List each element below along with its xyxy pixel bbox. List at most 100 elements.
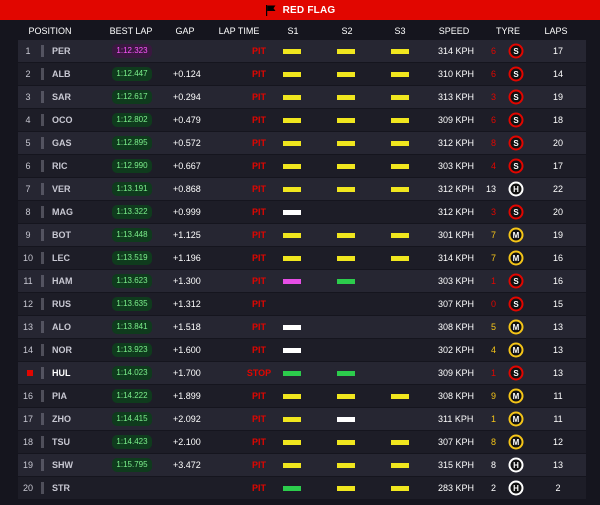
best-lap-time: 1:13.923 [112,343,152,357]
table-row[interactable]: 10 LEC 1:13.519 +1.196 PIT 314 KPH 7 M 16 [18,247,586,269]
speed-value: 309 KPH [438,368,475,378]
position-number: 16 [22,391,33,401]
driver-code: TSU [52,437,70,447]
tyre-age: 1 [490,368,496,378]
sector-s2-indicator [337,118,355,123]
speed-value: 311 KPH [438,414,474,424]
tyre-compound-icon: M [508,434,524,450]
tyre-compound-icon: S [508,112,524,128]
speed-value: 309 KPH [438,115,475,125]
table-row[interactable]: 7 VER 1:13.191 +0.868 PIT 312 KPH 13 H 22 [18,178,586,200]
table-row[interactable]: 17 ZHO 1:14.415 +2.092 PIT 311 KPH 1 M 11 [18,408,586,430]
team-color-bar [41,137,44,149]
laps-completed: 16 [552,253,563,263]
table-row[interactable]: 11 HAM 1:13.623 +1.300 PIT 303 KPH 1 S 16 [18,270,586,292]
tyre-age: 6 [490,115,496,125]
table-row[interactable]: 20 STR PIT 283 KPH 2 H 2 [18,477,586,499]
header-tyre: TYRE [495,26,521,36]
team-color-bar [41,206,44,218]
sector-s2-indicator [337,49,355,54]
gap-value: +0.667 [173,161,201,171]
speed-value: 308 KPH [438,322,475,332]
tyre-compound-icon: M [508,342,524,358]
lap-status: PIT [251,207,266,217]
sector-s3-indicator [391,187,409,192]
sector-s1-indicator [283,440,301,445]
speed-value: 313 KPH [438,92,475,102]
tyre-compound-icon: S [508,89,524,105]
table-row[interactable]: 9 BOT 1:13.448 +1.125 PIT 301 KPH 7 M 19 [18,224,586,246]
table-row[interactable]: HUL 1:14.023 +1.700 STOP 309 KPH 1 S 13 [18,362,586,384]
driver-code: ALB [52,69,71,79]
team-color-bar [41,114,44,126]
gap-value: +2.092 [173,414,201,424]
svg-text:S: S [513,93,519,102]
tyre-compound-icon: M [508,319,524,335]
gap-value: +1.300 [173,276,201,286]
sector-s3-indicator [391,49,409,54]
best-lap-time: 1:14.423 [112,435,152,449]
laps-completed: 2 [555,483,561,493]
table-row[interactable]: 19 SHW 1:15.795 +3.472 PIT 315 KPH 8 H 13 [18,454,586,476]
speed-value: 283 KPH [438,483,475,493]
table-row[interactable]: 6 RIC 1:12.990 +0.667 PIT 303 KPH 4 S 17 [18,155,586,177]
sector-s2-indicator [337,394,355,399]
table-row[interactable]: 4 OCO 1:12.802 +0.479 PIT 309 KPH 6 S 18 [18,109,586,131]
driver-code: STR [52,483,70,493]
table-row[interactable]: 2 ALB 1:12.447 +0.124 PIT 310 KPH 6 S 14 [18,63,586,85]
table-row[interactable]: 12 RUS 1:13.635 +1.312 PIT 307 KPH 0 S 15 [18,293,586,315]
speed-value: 312 KPH [438,138,475,148]
lap-status: PIT [251,138,266,148]
svg-text:S: S [513,70,519,79]
sector-s1-indicator [283,49,301,54]
tyre-age: 2 [490,483,496,493]
sector-s1-indicator [283,72,301,77]
driver-code: RUS [52,299,72,309]
table-row[interactable]: 13 ALO 1:13.841 +1.518 PIT 308 KPH 5 M 13 [18,316,586,338]
laps-completed: 15 [552,299,563,309]
driver-code: HAM [52,276,73,286]
table-row[interactable]: 1 PER 1:12.323 PIT 314 KPH 6 S 17 [18,40,586,62]
table-row[interactable]: 5 GAS 1:12.895 +0.572 PIT 312 KPH 8 S 20 [18,132,586,154]
table-row[interactable]: 16 PIA 1:14.222 +1.899 PIT 308 KPH 9 M 11 [18,385,586,407]
header-s1: S1 [287,26,299,36]
table-row[interactable]: 14 NOR 1:13.923 +1.600 PIT 302 KPH 4 M 13 [18,339,586,361]
laps-completed: 17 [552,161,563,171]
tyre-age: 3 [490,207,496,217]
position-number: 4 [25,115,31,125]
speed-value: 312 KPH [438,207,475,217]
team-color-bar [41,298,44,310]
best-lap-time: 1:14.222 [112,389,152,403]
table-row[interactable]: 8 MAG 1:13.322 +0.999 PIT 312 KPH 3 S 20 [18,201,586,223]
driver-code: PIA [52,391,68,401]
position-number: 7 [25,184,31,194]
speed-value: 302 KPH [438,345,475,355]
sector-s3-indicator [391,164,409,169]
table-row[interactable]: 3 SAR 1:12.617 +0.294 PIT 313 KPH 3 S 19 [18,86,586,108]
driver-code: BOT [52,230,71,240]
position-number: 14 [22,345,33,355]
tyre-compound-icon: M [508,227,524,243]
speed-value: 301 KPH [438,230,475,240]
svg-text:S: S [513,162,519,171]
tyre-age: 0 [490,299,496,309]
svg-text:M: M [513,254,520,263]
tyre-age: 8 [490,138,496,148]
gap-value: +1.899 [173,391,201,401]
gap-value: +1.196 [173,253,201,263]
sector-s3-indicator [391,72,409,77]
sector-s2-indicator [337,95,355,100]
sector-s2-indicator [337,233,355,238]
driver-code: HUL [52,368,71,378]
position-number: 8 [25,207,31,217]
table-row[interactable]: 18 TSU 1:14.423 +2.100 PIT 307 KPH 8 M 12 [18,431,586,453]
sector-s2-indicator [337,72,355,77]
lap-status: PIT [251,483,266,493]
lap-status: PIT [251,345,266,355]
lap-status: PIT [251,161,266,171]
sector-s1-indicator [283,118,301,123]
header-gap: GAP [175,26,195,36]
driver-code: VER [52,184,71,194]
driver-code: ZHO [52,414,71,424]
sector-s3-indicator [391,394,409,399]
